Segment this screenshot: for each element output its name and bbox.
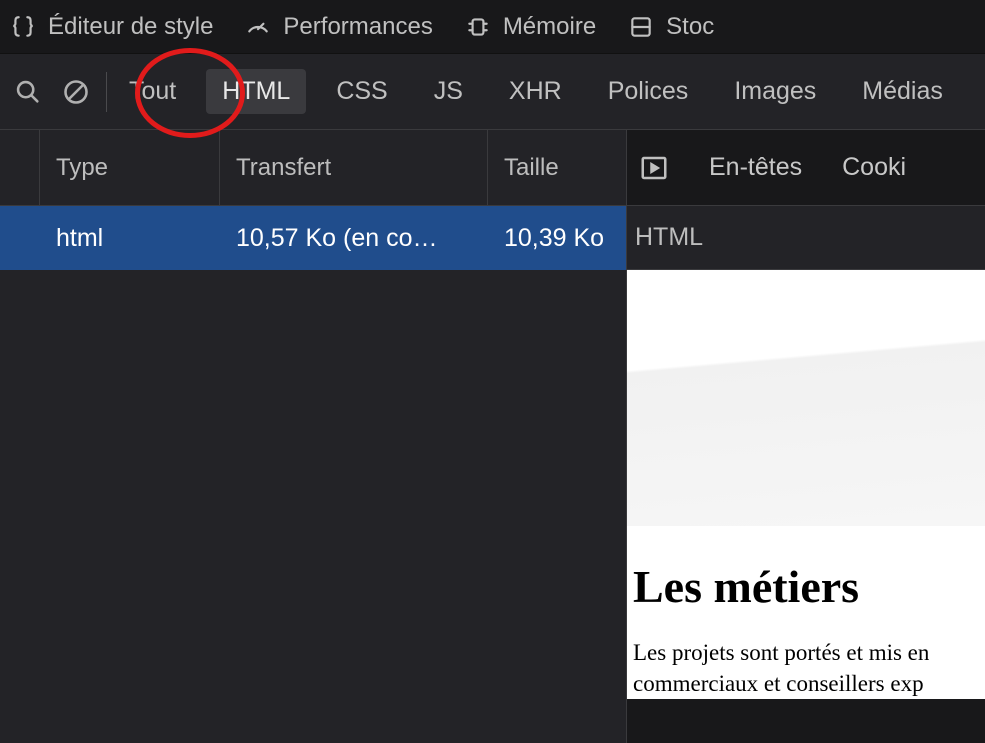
detail-body: HTML Les métiers Les projets sont portés… <box>627 206 985 699</box>
col-transfer-header[interactable]: Transfert <box>220 130 488 205</box>
row-transfer-cell: 10,57 Ko (en co… <box>220 224 488 253</box>
toggle-raw-button[interactable] <box>639 153 669 183</box>
clear-button[interactable] <box>52 78 100 106</box>
tab-memory[interactable]: Mémoire <box>465 13 596 41</box>
filter-css[interactable]: CSS <box>320 69 403 114</box>
tab-style-editor-label: Éditeur de style <box>48 13 213 41</box>
request-table-header: Type Transfert Taille <box>0 130 626 206</box>
detail-tabs: En-têtes Cooki <box>627 130 985 206</box>
col-size-header[interactable]: Taille <box>488 130 626 205</box>
devtools-top-tabs: Éditeur de style Performances Mémoire St… <box>0 0 985 54</box>
preview-heading: Les métiers <box>633 560 985 613</box>
tab-storage[interactable]: Stoc <box>628 13 714 41</box>
network-filter-bar: Tout HTML CSS JS XHR Polices Images Médi… <box>0 54 985 130</box>
gauge-icon <box>245 14 271 40</box>
detail-tab-cookies[interactable]: Cooki <box>842 153 906 182</box>
filter-all[interactable]: Tout <box>113 69 192 114</box>
filter-buttons: Tout HTML CSS JS XHR Polices Images Médi… <box>113 69 959 114</box>
block-icon <box>62 78 90 106</box>
main-split: Type Transfert Taille html 10,57 Ko (en … <box>0 130 985 743</box>
braces-icon <box>10 14 36 40</box>
tab-performance-label: Performances <box>283 13 432 41</box>
filter-images[interactable]: Images <box>718 69 832 114</box>
filter-js[interactable]: JS <box>418 69 479 114</box>
response-preview[interactable]: Les métiers Les projets sont portés et m… <box>627 270 985 699</box>
tab-performance[interactable]: Performances <box>245 13 432 41</box>
filter-fonts[interactable]: Polices <box>592 69 705 114</box>
chip-icon <box>465 14 491 40</box>
tab-storage-label: Stoc <box>666 13 714 41</box>
filter-media[interactable]: Médias <box>846 69 959 114</box>
storage-icon <box>628 14 654 40</box>
col-type-header[interactable]: Type <box>40 130 220 205</box>
table-row[interactable]: html 10,57 Ko (en co… 10,39 Ko <box>0 206 626 270</box>
request-list-pane: Type Transfert Taille html 10,57 Ko (en … <box>0 130 626 743</box>
toolbar-separator <box>106 72 107 112</box>
tab-memory-label: Mémoire <box>503 13 596 41</box>
row-type-cell: html <box>40 224 220 253</box>
preview-paragraph: Les projets sont portés et mis en commer… <box>633 637 985 699</box>
search-button[interactable] <box>4 78 52 106</box>
col-status[interactable] <box>0 130 40 205</box>
filter-html[interactable]: HTML <box>206 69 306 114</box>
detail-tab-headers[interactable]: En-têtes <box>709 153 802 182</box>
filter-xhr[interactable]: XHR <box>493 69 578 114</box>
play-box-icon <box>639 153 669 183</box>
search-icon <box>14 78 42 106</box>
row-size-cell: 10,39 Ko <box>488 224 626 253</box>
request-detail-pane: En-têtes Cooki HTML Les métiers Les proj… <box>626 130 985 743</box>
detail-title: HTML <box>627 206 985 270</box>
tab-style-editor[interactable]: Éditeur de style <box>10 13 213 41</box>
preview-hero <box>627 270 985 526</box>
